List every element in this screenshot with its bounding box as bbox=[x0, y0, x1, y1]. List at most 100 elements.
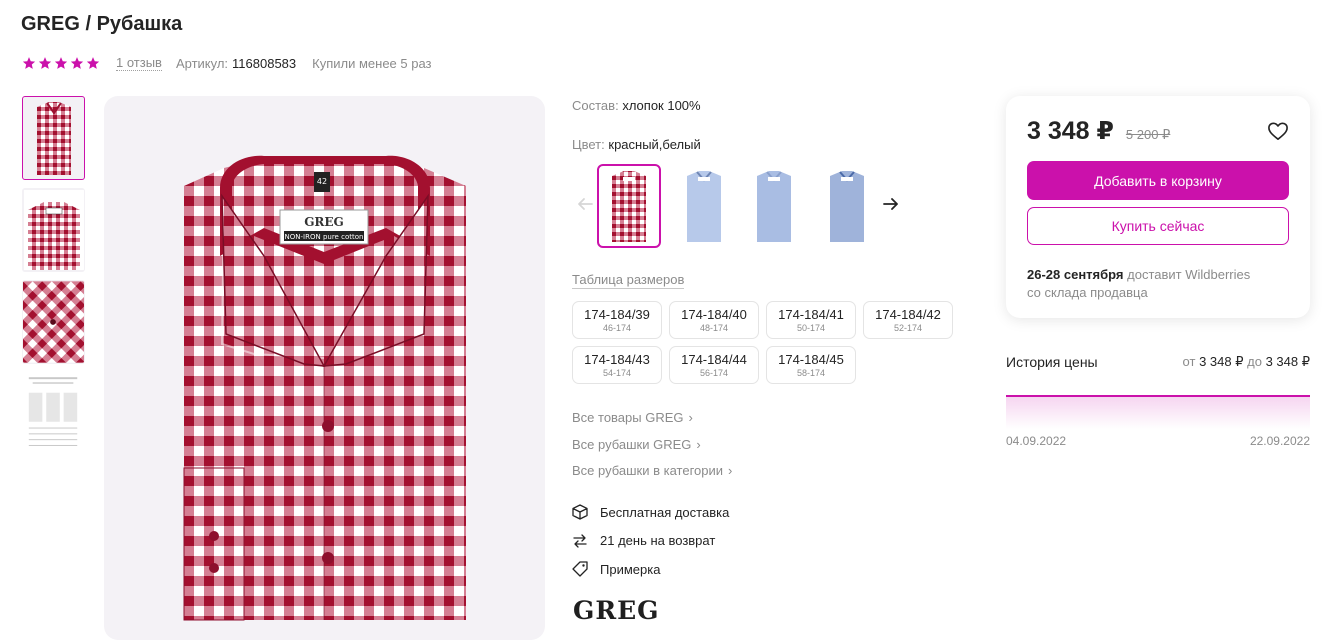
shirt-label-brand: GREG bbox=[304, 215, 344, 229]
delivery-dates: 26-28 сентября bbox=[1027, 267, 1124, 282]
range-from-value: 3 348 ₽ bbox=[1199, 354, 1244, 369]
price-history-chart[interactable] bbox=[1006, 395, 1310, 429]
size-table-link[interactable]: Таблица размеров bbox=[572, 272, 685, 289]
link-all-category-shirts[interactable]: Все рубашки в категории › bbox=[572, 458, 732, 485]
link-all-brand-shirts[interactable]: Все рубашки GREG › bbox=[572, 432, 732, 459]
main-product-photo[interactable]: GREG NON-IRON pure cotton 42 bbox=[104, 96, 545, 640]
size-option[interactable]: 174-184/41 50-174 bbox=[766, 301, 856, 339]
product-meta: 1 отзыв Артикул: 116808583 Купили менее … bbox=[22, 54, 432, 72]
arrow-left-icon[interactable] bbox=[576, 195, 594, 213]
swatch-image bbox=[612, 171, 646, 242]
thumbnail-gallery bbox=[22, 96, 85, 464]
star-icon bbox=[22, 57, 36, 69]
thumbnail-2[interactable] bbox=[22, 188, 85, 272]
feature-free-delivery: Бесплатная доставка bbox=[572, 498, 729, 527]
reviews-link[interactable]: 1 отзыв bbox=[116, 55, 162, 71]
size-sub: 58-174 bbox=[796, 368, 826, 378]
current-price: 3 348 ₽ bbox=[1027, 117, 1114, 145]
chevron-right-icon: › bbox=[728, 463, 733, 479]
return-arrows-icon bbox=[573, 534, 587, 548]
price-history: История цены от 3 348 ₽ до 3 348 ₽ 04.09… bbox=[1006, 352, 1310, 448]
color-swatch-blue-1[interactable] bbox=[672, 164, 736, 248]
thumbnail-1[interactable] bbox=[22, 96, 85, 180]
range-to-label: до bbox=[1247, 354, 1262, 369]
fabric-closeup-thumbnail-image bbox=[23, 281, 84, 363]
sku-value[interactable]: 116808583 bbox=[232, 56, 296, 71]
size-value: 174-184/44 bbox=[681, 352, 747, 367]
delivery-info: 26-28 сентября доставит Wildberries со с… bbox=[1027, 266, 1250, 302]
price-row: 3 348 ₽ 5 200 ₽ bbox=[1027, 116, 1289, 148]
size-value: 174-184/41 bbox=[778, 307, 844, 322]
price-history-header: История цены от 3 348 ₽ до 3 348 ₽ bbox=[1006, 352, 1310, 372]
rating-stars bbox=[22, 56, 100, 70]
date-start: 04.09.2022 bbox=[1006, 434, 1067, 448]
range-to-value: 3 348 ₽ bbox=[1265, 354, 1310, 369]
buy-card: 3 348 ₽ 5 200 ₽ Добавить в корзину Купит… bbox=[1006, 96, 1310, 318]
star-icon bbox=[86, 57, 100, 69]
price-history-area bbox=[1006, 396, 1310, 429]
brand-links: Все товары GREG › Все рубашки GREG › Все р… bbox=[572, 405, 732, 485]
color-swatch-red[interactable] bbox=[597, 164, 661, 248]
delivery-by: доставит Wildberries bbox=[1127, 267, 1251, 282]
feature-label: 21 день на возврат bbox=[600, 533, 716, 549]
star-icon bbox=[38, 57, 52, 69]
size-value: 174-184/45 bbox=[778, 352, 844, 367]
color-swatch-blue-2[interactable] bbox=[742, 164, 806, 248]
shirt-model-thumbnail-image bbox=[23, 190, 84, 270]
delivery-features: Бесплатная доставка 21 день на возврат П… bbox=[572, 498, 729, 584]
thumbnail-4[interactable] bbox=[22, 372, 85, 456]
link-label: Все рубашки GREG bbox=[572, 436, 692, 452]
size-option[interactable]: 174-184/45 58-174 bbox=[766, 346, 856, 384]
price-history-range: от 3 348 ₽ до 3 348 ₽ bbox=[1183, 354, 1310, 370]
tag-icon bbox=[572, 561, 588, 577]
size-sub: 46-174 bbox=[602, 323, 632, 333]
old-price: 5 200 ₽ bbox=[1125, 127, 1171, 142]
range-from-label: от bbox=[1182, 354, 1196, 369]
product-title: GREG / Рубашка bbox=[21, 13, 183, 35]
size-option[interactable]: 174-184/42 52-174 bbox=[863, 301, 953, 339]
buy-now-button[interactable]: Купить сейчас bbox=[1027, 207, 1289, 245]
price-history-title: История цены bbox=[1006, 354, 1098, 370]
shirt-photo: GREG NON-IRON pure cotton 42 bbox=[183, 155, 466, 621]
thumbnail-3[interactable] bbox=[22, 280, 85, 364]
composition-value: хлопок 100% bbox=[622, 98, 701, 113]
composition: Состав: хлопок 100% bbox=[572, 96, 701, 116]
size-option[interactable]: 174-184/44 56-174 bbox=[669, 346, 759, 384]
composition-label: Состав: bbox=[572, 98, 619, 113]
size-option[interactable]: 174-184/40 48-174 bbox=[669, 301, 759, 339]
share-icon[interactable] bbox=[1285, 0, 1309, 4]
star-icon bbox=[70, 57, 84, 69]
shirt-label-tag: NON-IRON pure cotton bbox=[285, 233, 364, 241]
size-value: 174-184/43 bbox=[584, 352, 650, 367]
swatch-image bbox=[687, 171, 721, 242]
size-option[interactable]: 174-184/43 54-174 bbox=[572, 346, 662, 384]
size-chart-thumbnail-image bbox=[23, 373, 84, 455]
size-sub: 56-174 bbox=[699, 368, 729, 378]
box-icon bbox=[572, 504, 588, 520]
heart-icon[interactable] bbox=[1267, 121, 1289, 141]
feature-fitting: Примерка bbox=[572, 555, 729, 584]
size-option[interactable]: 174-184/39 46-174 bbox=[572, 301, 662, 339]
delivery-from: со склада продавца bbox=[1027, 285, 1148, 300]
add-to-cart-button[interactable]: Добавить в корзину bbox=[1027, 161, 1289, 200]
color-swatch-blue-3[interactable] bbox=[815, 164, 879, 248]
link-label: Все рубашки в категории bbox=[572, 463, 724, 479]
purchases-count: Купили менее 5 раз bbox=[312, 55, 432, 71]
arrow-right-icon[interactable] bbox=[882, 195, 900, 213]
size-sub: 48-174 bbox=[699, 323, 729, 333]
swatch-image bbox=[830, 171, 864, 242]
size-sub: 52-174 bbox=[893, 323, 923, 333]
feature-label: Примерка bbox=[600, 561, 661, 577]
link-all-brand-products[interactable]: Все товары GREG › bbox=[572, 405, 732, 432]
brand-logo[interactable]: GREG bbox=[573, 596, 660, 625]
date-end: 22.09.2022 bbox=[1249, 434, 1310, 448]
link-label: Все товары GREG bbox=[572, 410, 684, 426]
size-value: 174-184/39 bbox=[584, 307, 650, 322]
shirt-thumbnail-image bbox=[36, 102, 71, 175]
swatch-image bbox=[757, 171, 791, 242]
star-icon bbox=[54, 57, 68, 69]
color-swatches bbox=[572, 164, 912, 248]
size-sub: 50-174 bbox=[796, 323, 826, 333]
color-value: красный,белый bbox=[608, 137, 701, 152]
price-history-dates: 04.09.2022 22.09.2022 bbox=[1006, 434, 1310, 448]
